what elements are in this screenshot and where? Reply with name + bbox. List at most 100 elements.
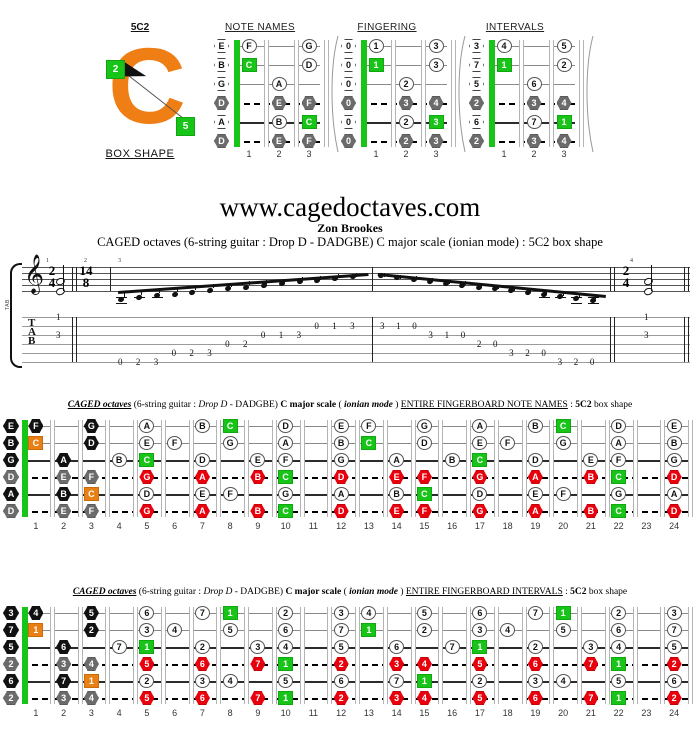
tab-letter: B [28, 335, 36, 347]
tab-bar-line [72, 317, 73, 362]
tab-fret-number: 0 [589, 357, 595, 367]
fret-number: 1 [246, 149, 252, 159]
fret-number: 2 [61, 708, 67, 718]
note-marker: 6 [389, 640, 405, 654]
fret-number: 1 [501, 149, 507, 159]
note-marker: D [83, 436, 99, 450]
nut [361, 40, 367, 147]
fret-number: 9 [255, 521, 261, 531]
fret-wire [77, 420, 83, 517]
fret-wire [493, 420, 499, 517]
fret-wire [549, 40, 554, 147]
note-marker: 3 [389, 657, 405, 671]
fret-number: 2 [276, 149, 282, 159]
fret-number: 2 [531, 149, 537, 159]
note-marker: D [611, 419, 627, 433]
tab-fret-number: 3 [557, 357, 563, 367]
note-marker: 2 [398, 115, 414, 129]
open-string-marker: 0 [341, 96, 356, 110]
note-marker: B [271, 115, 287, 129]
badge-degree-5: 5 [176, 117, 195, 136]
note-marker: B [250, 504, 266, 518]
note-marker: E [666, 419, 682, 433]
header-paren-open: (6-string guitar : [133, 400, 199, 410]
fret-number: 3 [88, 521, 94, 531]
note-marker: 7 [444, 640, 460, 654]
measure-number: 2 [84, 258, 87, 264]
note-marker: A [56, 453, 72, 467]
fret-number: 2 [403, 149, 409, 159]
fret-wire [188, 420, 194, 517]
tab-bar-line [614, 317, 615, 362]
header-tuning-italic: Drop D [203, 587, 233, 597]
fret-wire [355, 420, 360, 517]
note-marker: 1 [611, 691, 627, 705]
fret-wire [438, 420, 444, 517]
note-marker: B [583, 504, 599, 518]
open-string-marker: 0 [341, 58, 356, 72]
note-stem [141, 289, 143, 296]
header-shape: 5C2 [570, 587, 587, 597]
note-marker: 5 [666, 640, 682, 654]
note-marker: F [83, 504, 99, 518]
note-marker: 1 [611, 657, 627, 671]
note-marker: 1 [278, 691, 294, 705]
note-marker: 4 [611, 640, 627, 654]
measure-number: 3 [118, 258, 121, 264]
header-shape: 5C2 [575, 400, 592, 410]
open-string-marker: 0 [341, 115, 356, 129]
note-marker: C [416, 487, 432, 501]
fret-wire [521, 607, 527, 704]
note-marker: 2 [666, 657, 682, 671]
note-marker: F [500, 436, 516, 450]
note-marker: 3 [139, 623, 155, 637]
note-marker: 3 [428, 58, 444, 72]
note-marker: 1 [222, 606, 238, 620]
note-marker: D [194, 453, 210, 467]
note-marker: 6 [333, 674, 349, 688]
tab-fret-number: 0 [171, 348, 177, 358]
note-marker: 5 [139, 691, 155, 705]
open-string-marker: 3 [469, 39, 484, 53]
note-marker: C [301, 115, 317, 129]
fret-number: 19 [530, 708, 541, 718]
tab-fret-number: 3 [153, 357, 159, 367]
fret-wire [493, 607, 499, 704]
fret-number: 17 [474, 521, 485, 531]
ledger-line [538, 297, 550, 298]
note-marker: C [83, 487, 99, 501]
note-marker: F [416, 470, 432, 484]
tab-fret-number: 2 [525, 348, 530, 358]
note-head [206, 287, 214, 294]
nut [22, 420, 28, 517]
fret-wire [133, 607, 138, 704]
fret-wire [327, 420, 333, 517]
header-tail: box shape [588, 587, 628, 597]
fret-number: 14 [391, 521, 402, 531]
fret-number: 1 [33, 521, 39, 531]
note-marker: G [222, 436, 238, 450]
fret-number: 9 [255, 708, 261, 718]
note-marker: B [666, 436, 682, 450]
tab-fret-number: 3 [207, 348, 212, 358]
ledger-line [587, 297, 599, 298]
note-marker: 1 [139, 640, 155, 654]
note-marker: 4 [278, 640, 294, 654]
tab-fret-number: 1 [396, 321, 401, 331]
note-marker: F [416, 504, 432, 518]
fret-wire [391, 40, 396, 147]
note-marker: D [333, 470, 349, 484]
note-marker: 5 [139, 657, 155, 671]
note-marker: 1 [278, 657, 294, 671]
fret-wire [521, 420, 527, 517]
note-marker: 5 [333, 640, 349, 654]
note-marker: F [301, 96, 317, 110]
open-string-marker: 5 [469, 77, 484, 91]
fret-wire [49, 607, 55, 704]
note-marker: C [139, 453, 155, 467]
fret-wire [688, 420, 693, 517]
fret-number: 11 [308, 708, 319, 718]
note-marker: C [361, 436, 377, 450]
fret-number: 24 [669, 708, 680, 718]
intervals-board-header: CAGED octaves (6-string guitar : Drop D … [0, 587, 700, 597]
